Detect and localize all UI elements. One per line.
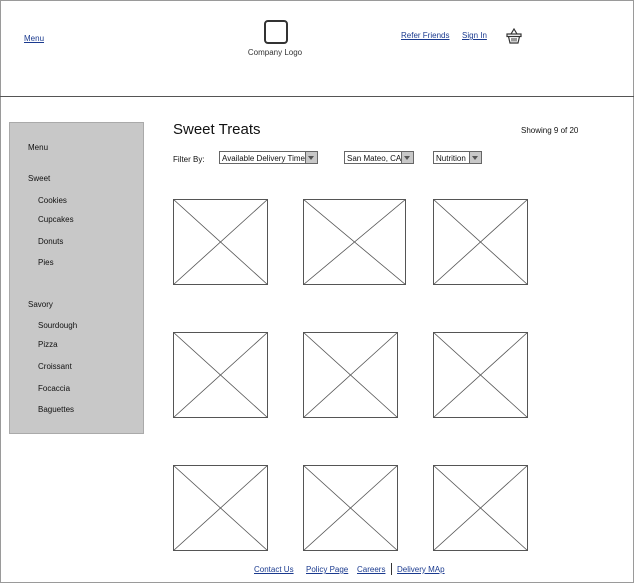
company-logo-text: Company Logo: [247, 48, 303, 57]
sidebar-item-donuts[interactable]: Donuts: [38, 237, 63, 246]
footer-link-careers[interactable]: Careers: [357, 565, 385, 574]
sidebar-item-sourdough[interactable]: Sourdough: [38, 321, 77, 330]
footer-divider: [391, 563, 392, 575]
sidebar-item-pizza[interactable]: Pizza: [38, 340, 58, 349]
image-placeholder-icon: [173, 199, 268, 285]
delivery-time-select[interactable]: Available Delivery Time: [219, 151, 318, 164]
sidebar-item-cookies[interactable]: Cookies: [38, 196, 67, 205]
nutrition-select[interactable]: Nutrition: [433, 151, 482, 164]
image-placeholder-icon: [433, 199, 528, 285]
refer-friends-link[interactable]: Refer Friends: [401, 31, 449, 40]
image-placeholder-icon: [303, 199, 406, 285]
location-value: San Mateo, CA: [347, 154, 402, 163]
chevron-down-icon: [305, 152, 317, 163]
sidebar-item-baguettes[interactable]: Baguettes: [38, 405, 74, 414]
sign-in-link[interactable]: Sign In: [462, 31, 487, 40]
product-tile[interactable]: [433, 465, 528, 551]
delivery-time-value: Available Delivery Time: [222, 154, 305, 163]
basket-icon[interactable]: [506, 27, 522, 44]
chevron-down-icon: [401, 152, 413, 163]
sidebar-item-cupcakes[interactable]: Cupcakes: [38, 215, 74, 224]
image-placeholder-icon: [173, 465, 268, 551]
product-tile[interactable]: [173, 332, 268, 418]
page-title: Sweet Treats: [173, 121, 261, 138]
filter-label: Filter By:: [173, 155, 205, 164]
product-tile[interactable]: [433, 332, 528, 418]
sidebar-section-sweet[interactable]: Sweet: [28, 174, 50, 183]
product-tile[interactable]: [173, 199, 268, 285]
nutrition-value: Nutrition: [436, 154, 466, 163]
sidebar-section-savory[interactable]: Savory: [28, 300, 53, 309]
image-placeholder-icon: [173, 332, 268, 418]
sidebar-title: Menu: [28, 143, 49, 152]
results-count: Showing 9 of 20: [521, 126, 579, 135]
location-select[interactable]: San Mateo, CA: [344, 151, 414, 164]
product-tile[interactable]: [433, 199, 528, 285]
footer-link-delivery-map[interactable]: Delivery MAp: [397, 565, 445, 574]
image-placeholder-icon: [433, 332, 528, 418]
product-tile[interactable]: [303, 465, 398, 551]
sidebar-item-focaccia[interactable]: Focaccia: [38, 384, 70, 393]
chevron-down-icon: [469, 152, 481, 163]
image-placeholder-icon: [303, 465, 398, 551]
image-placeholder-icon: [303, 332, 398, 418]
company-logo-icon: [264, 20, 288, 44]
image-placeholder-icon: [433, 465, 528, 551]
header-divider: [0, 96, 634, 97]
sidebar-item-pies[interactable]: Pies: [38, 258, 54, 267]
product-tile[interactable]: [303, 199, 406, 285]
sidebar-item-croissant[interactable]: Croissant: [38, 362, 72, 371]
footer-link-contact[interactable]: Contact Us: [254, 565, 294, 574]
product-tile[interactable]: [303, 332, 398, 418]
footer-link-policy[interactable]: Policy Page: [306, 565, 348, 574]
product-tile[interactable]: [173, 465, 268, 551]
sidebar: [9, 122, 144, 434]
menu-link[interactable]: Menu: [24, 34, 44, 43]
